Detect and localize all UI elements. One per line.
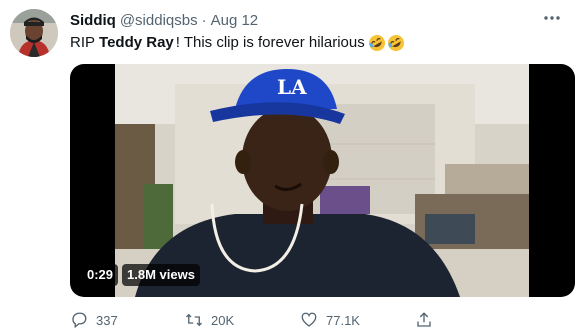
reply-count: 337 [96, 312, 118, 328]
video-duration: 0:29 [82, 264, 119, 286]
share-icon [417, 312, 431, 327]
more-options-icon[interactable] [541, 7, 563, 29]
tweet-text: RIP Teddy Ray ! This clip is forever hil… [70, 33, 406, 53]
reply-button[interactable]: 337 [70, 309, 185, 331]
avatar[interactable] [10, 9, 58, 57]
retweet-icon [186, 313, 202, 327]
tweet-text-start: RIP [70, 34, 96, 51]
like-button[interactable]: 77.1K [300, 309, 415, 331]
heart-icon [301, 312, 317, 327]
tweet-text-rest: ! This clip is forever hilarious [175, 34, 365, 51]
retweet-count: 20K [211, 312, 235, 328]
share-button[interactable] [415, 309, 530, 331]
tweet-header: Siddiq @siddiqsbs · Aug 12 [70, 10, 537, 30]
video-views: 1.8M views [122, 264, 200, 286]
tweet-date[interactable]: Aug 12 [211, 12, 259, 29]
retweet-button[interactable]: 20K [185, 309, 300, 331]
author-name[interactable]: Siddiq [70, 12, 116, 29]
reply-icon [72, 312, 87, 329]
separator: · [201, 11, 207, 29]
svg-text:LA: LA [277, 75, 307, 99]
tweet-text-mention: Teddy Ray [99, 34, 174, 51]
video-meta: 0:29 1.8M views [82, 263, 200, 287]
video-player[interactable]: LA 0:29 1.8M views [70, 64, 575, 297]
author-handle[interactable]: @siddiqsbs [120, 12, 198, 29]
like-count: 77.1K [326, 312, 360, 328]
avatar-image [10, 9, 58, 57]
tweet-actions: 337 20K 77.1K [70, 309, 530, 331]
rolling-on-floor-laughing-icon [368, 34, 406, 52]
